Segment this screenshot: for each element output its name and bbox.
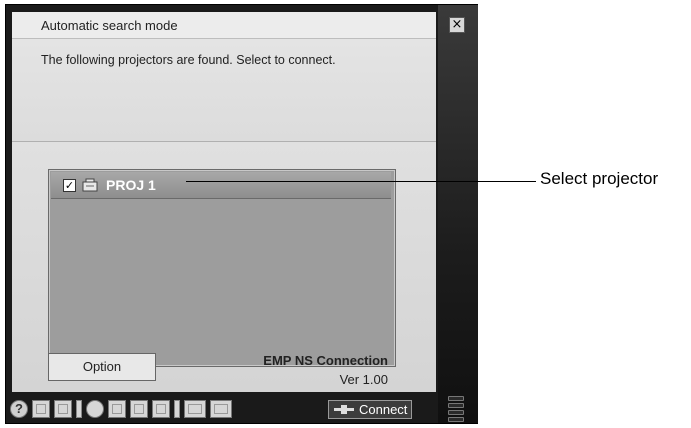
no-signal-icon[interactable] bbox=[108, 400, 126, 418]
connect-label: Connect bbox=[359, 402, 408, 417]
toolbar-separator bbox=[174, 400, 180, 418]
projector-list-item[interactable]: ✓ PROJ 1 bbox=[51, 172, 391, 199]
projector-list[interactable]: ✓ PROJ 1 bbox=[48, 169, 396, 367]
pause-icon[interactable] bbox=[86, 400, 104, 418]
main-panel: Automatic search mode The following proj… bbox=[12, 12, 436, 392]
resize-grip-icon[interactable] bbox=[448, 396, 464, 422]
description-area: The following projectors are found. Sele… bbox=[12, 39, 436, 142]
projector-checkbox[interactable]: ✓ bbox=[63, 179, 76, 192]
plug-icon bbox=[334, 405, 354, 414]
callout-line bbox=[186, 181, 536, 182]
callout-label: Select projector bbox=[540, 169, 659, 188]
document-icon[interactable] bbox=[54, 400, 72, 418]
help-button[interactable]: ? bbox=[10, 400, 28, 418]
projector-icon bbox=[82, 178, 98, 192]
video-icon[interactable] bbox=[184, 400, 206, 418]
keyboard-icon[interactable] bbox=[210, 400, 232, 418]
settings-icon[interactable] bbox=[152, 400, 170, 418]
connect-button[interactable]: Connect bbox=[328, 400, 412, 419]
window-title: Automatic search mode bbox=[41, 18, 178, 33]
pointer-icon[interactable] bbox=[130, 400, 148, 418]
description-text: The following projectors are found. Sele… bbox=[41, 53, 336, 67]
close-button[interactable]: × bbox=[449, 17, 465, 33]
bottom-toolbar: ? Connect bbox=[6, 396, 438, 423]
toolbar-separator bbox=[76, 400, 82, 418]
product-name: EMP NS Connection bbox=[263, 353, 388, 368]
title-bar: Automatic search mode bbox=[12, 12, 436, 39]
option-button[interactable]: Option bbox=[48, 353, 156, 381]
emp-ns-connection-window: × Automatic search mode The following pr… bbox=[5, 4, 478, 424]
version-label: Ver 1.00 bbox=[339, 372, 388, 387]
window-side-strip bbox=[438, 5, 478, 423]
display-icon[interactable] bbox=[32, 400, 50, 418]
projector-name: PROJ 1 bbox=[106, 177, 156, 193]
